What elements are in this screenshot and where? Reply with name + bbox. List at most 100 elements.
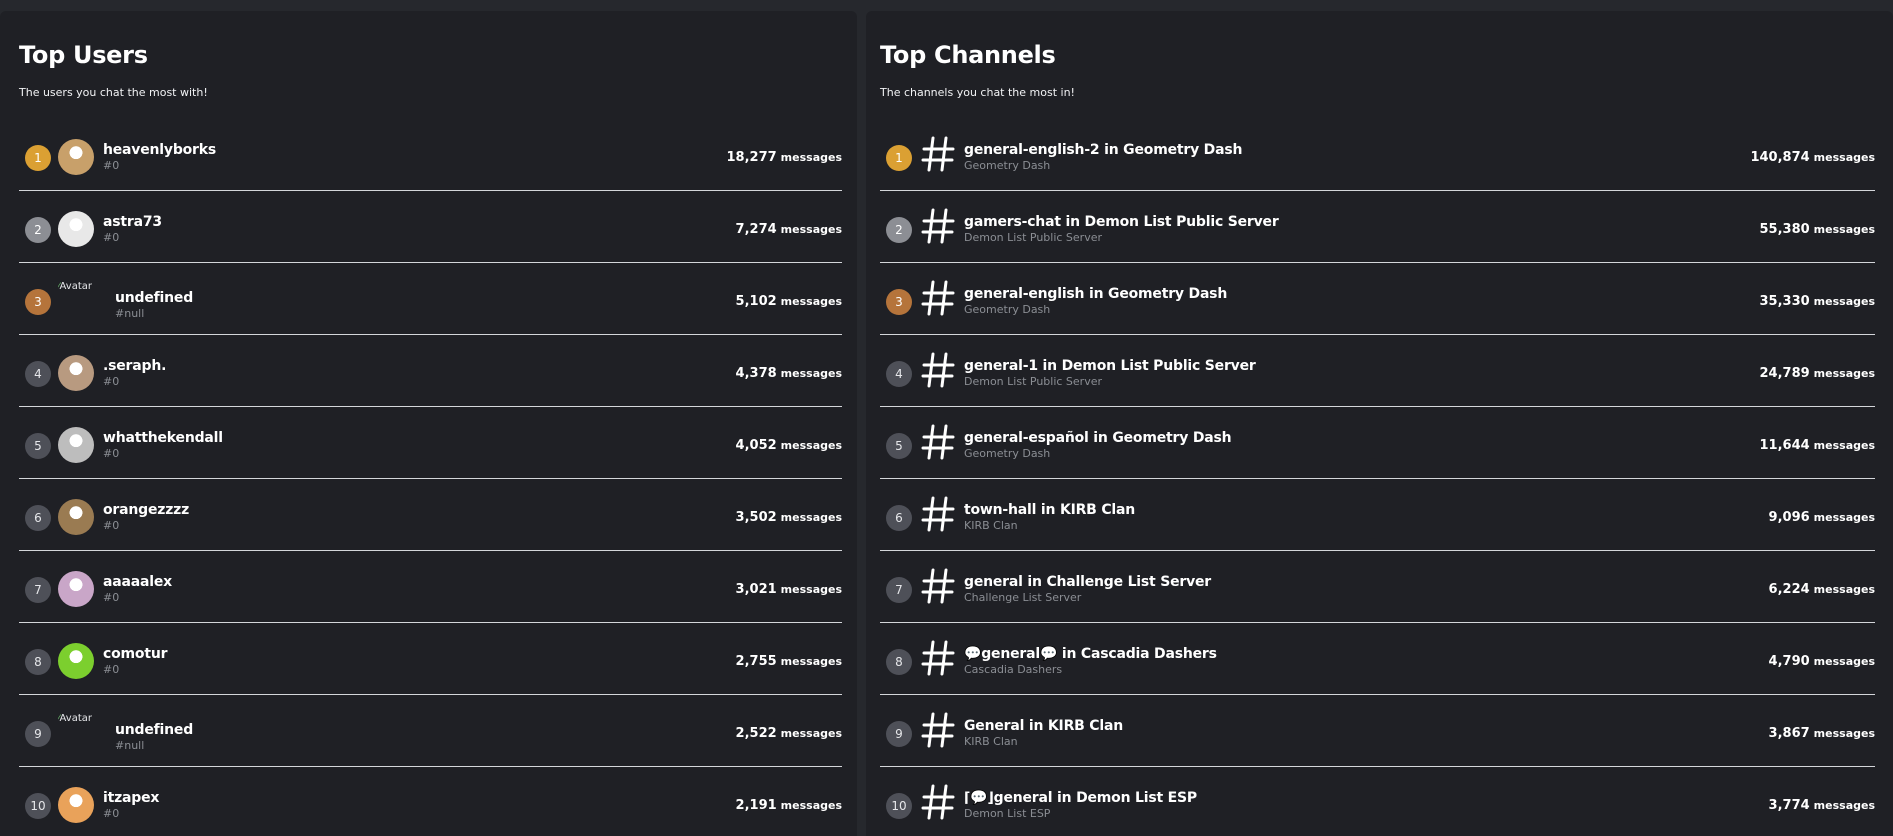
top-users-list: 1 heavenlyborks #0 18,277 messages 2 astra73 #0…: [19, 119, 842, 836]
message-count-unit: messages: [1813, 583, 1875, 596]
message-count-unit: messages: [1813, 223, 1875, 236]
channel-row[interactable]: 5 general-español in Geometry Dash Geometr…: [880, 407, 1875, 479]
avatar[interactable]: [58, 571, 94, 607]
server-name: Geometry Dash: [964, 303, 1051, 316]
avatar-alt-text: Avatar: [59, 281, 92, 292]
avatar[interactable]: [58, 139, 94, 175]
user-row[interactable]: 7 aaaaalex #0 3,021 messages: [19, 551, 842, 623]
user-name[interactable]: aaaaalex: [103, 574, 172, 590]
user-tag: #0: [103, 591, 120, 604]
channel-row[interactable]: 1 general-english-2 in Geometry Dash Geome…: [880, 119, 1875, 191]
message-count: 24,789 messages: [1760, 366, 1876, 381]
avatar[interactable]: [58, 787, 94, 823]
message-count-value: 4,790: [1768, 654, 1810, 669]
hash-icon: [921, 352, 955, 388]
channel-row[interactable]: 4 general-1 in Demon List Public Server De…: [880, 335, 1875, 407]
message-count-value: 4,378: [735, 366, 777, 381]
message-count-unit: messages: [780, 655, 842, 668]
channel-row[interactable]: 6 town-hall in KIRB Clan KIRB Clan 9,096 mes…: [880, 479, 1875, 551]
user-name[interactable]: undefined: [115, 290, 193, 306]
channel-name[interactable]: town-hall in KIRB Clan: [964, 502, 1135, 518]
message-count-value: 3,021: [735, 582, 777, 597]
top-channels-panel: Top Channels The channels you chat the m…: [866, 11, 1893, 836]
channel-name[interactable]: general-español in Geometry Dash: [964, 430, 1232, 446]
user-name[interactable]: astra73: [103, 214, 162, 230]
hash-icon: [921, 568, 955, 604]
user-row[interactable]: 9 ⁄Avatar undefined #null 2,522 messages: [19, 695, 842, 767]
message-count-value: 6,224: [1768, 582, 1810, 597]
message-count-value: 3,502: [735, 510, 777, 525]
avatar[interactable]: [58, 355, 94, 391]
message-count-unit: messages: [780, 511, 842, 524]
channel-name[interactable]: ⌈💬⌋general in Demon List ESP: [964, 790, 1197, 806]
top-channels-title: Top Channels: [880, 41, 1056, 69]
rank-badge: 9: [25, 721, 51, 747]
channel-name[interactable]: general-english in Geometry Dash: [964, 286, 1227, 302]
user-tag: #0: [103, 807, 120, 820]
user-row[interactable]: 4 .seraph. #0 4,378 messages: [19, 335, 842, 407]
channel-row[interactable]: 10 ⌈💬⌋general in Demon List ESP Demon List…: [880, 767, 1875, 836]
channel-name[interactable]: General in KIRB Clan: [964, 718, 1123, 734]
top-channels-subtitle: The channels you chat the most in!: [880, 86, 1075, 99]
message-count-unit: messages: [780, 439, 842, 452]
message-count-unit: messages: [1813, 511, 1875, 524]
user-row[interactable]: 6 orangezzzz #0 3,502 messages: [19, 479, 842, 551]
user-row[interactable]: 5 whatthekendall #0 4,052 messages: [19, 407, 842, 479]
channel-name[interactable]: gamers-chat in Demon List Public Server: [964, 214, 1279, 230]
user-name[interactable]: undefined: [115, 722, 193, 738]
message-count: 35,330 messages: [1760, 294, 1876, 309]
channel-name[interactable]: general-english-2 in Geometry Dash: [964, 142, 1242, 158]
top-users-subtitle: The users you chat the most with!: [19, 86, 208, 99]
server-name: Geometry Dash: [964, 447, 1051, 460]
message-count-value: 7,274: [735, 222, 777, 237]
rank-badge: 10: [25, 793, 51, 819]
channel-row[interactable]: 9 General in KIRB Clan KIRB Clan 3,867 messa…: [880, 695, 1875, 767]
message-count: 3,774 messages: [1769, 798, 1875, 813]
top-channels-list: 1 general-english-2 in Geometry Dash Geome…: [880, 119, 1875, 836]
channel-name[interactable]: 💬general💬 in Cascadia Dashers: [964, 646, 1217, 662]
user-row[interactable]: 1 heavenlyborks #0 18,277 messages: [19, 119, 842, 191]
message-count: 2,755 messages: [736, 654, 842, 669]
message-count-unit: messages: [780, 151, 842, 164]
user-row[interactable]: 2 astra73 #0 7,274 messages: [19, 191, 842, 263]
message-count: 4,378 messages: [736, 366, 842, 381]
channel-row[interactable]: 3 general-english in Geometry Dash Geometr…: [880, 263, 1875, 335]
message-count-unit: messages: [1813, 151, 1875, 164]
rank-badge: 9: [886, 721, 912, 747]
message-count: 3,867 messages: [1769, 726, 1875, 741]
hash-icon: [921, 712, 955, 748]
user-name[interactable]: itzapex: [103, 790, 159, 806]
channel-row[interactable]: 7 general in Challenge List Server Challen…: [880, 551, 1875, 623]
message-count-unit: messages: [1813, 295, 1875, 308]
user-name[interactable]: comotur: [103, 646, 167, 662]
message-count-value: 3,867: [1768, 726, 1810, 741]
avatar[interactable]: [58, 643, 94, 679]
avatar[interactable]: [58, 427, 94, 463]
message-count: 18,277 messages: [727, 150, 843, 165]
avatar[interactable]: [58, 499, 94, 535]
user-tag: #0: [103, 447, 120, 460]
message-count: 6,224 messages: [1769, 582, 1875, 597]
user-name[interactable]: orangezzzz: [103, 502, 189, 518]
rank-badge: 4: [886, 361, 912, 387]
message-count-value: 2,191: [735, 798, 777, 813]
user-name[interactable]: heavenlyborks: [103, 142, 216, 158]
channel-name[interactable]: general-1 in Demon List Public Server: [964, 358, 1256, 374]
rank-badge: 1: [25, 145, 51, 171]
rank-badge: 5: [25, 433, 51, 459]
message-count-value: 2,522: [735, 726, 777, 741]
message-count: 9,096 messages: [1769, 510, 1875, 525]
user-row[interactable]: 10 itzapex #0 2,191 messages: [19, 767, 842, 836]
message-count-value: 11,644: [1759, 438, 1810, 453]
user-name[interactable]: whatthekendall: [103, 430, 223, 446]
channel-row[interactable]: 2 gamers-chat in Demon List Public Server…: [880, 191, 1875, 263]
channel-name[interactable]: general in Challenge List Server: [964, 574, 1211, 590]
user-row[interactable]: 3 ⁄Avatar undefined #null 5,102 messages: [19, 263, 842, 335]
message-count: 7,274 messages: [736, 222, 842, 237]
user-tag: #0: [103, 231, 120, 244]
channel-row[interactable]: 8 💬general💬 in Cascadia Dashers Cascadia D…: [880, 623, 1875, 695]
user-row[interactable]: 8 comotur #0 2,755 messages: [19, 623, 842, 695]
avatar[interactable]: [58, 211, 94, 247]
rank-badge: 1: [886, 145, 912, 171]
user-name[interactable]: .seraph.: [103, 358, 166, 374]
